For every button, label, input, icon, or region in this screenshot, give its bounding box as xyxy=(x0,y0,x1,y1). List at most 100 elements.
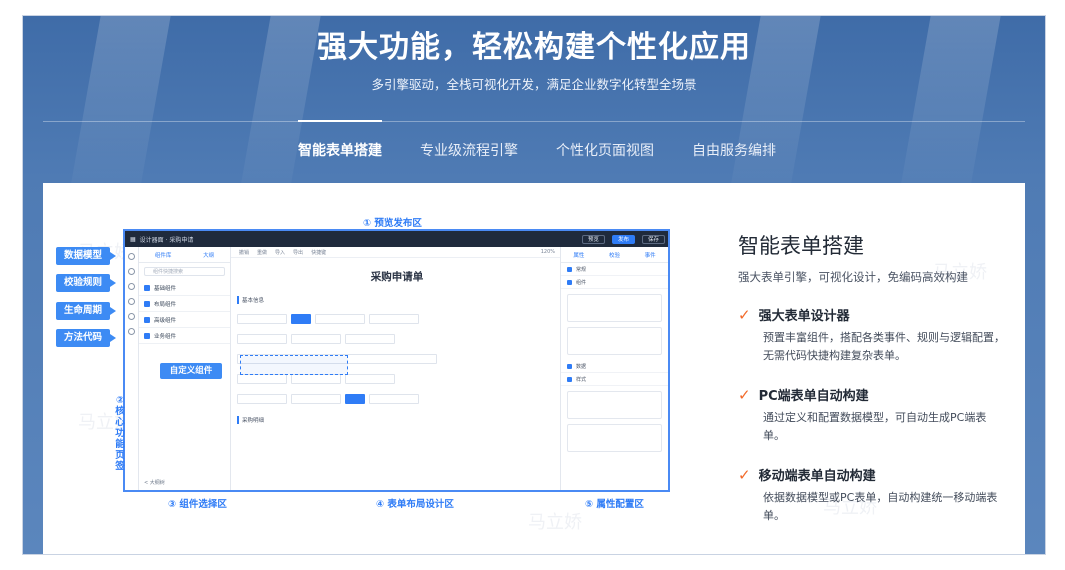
form-field[interactable] xyxy=(369,394,419,404)
form-section: 基本信息 xyxy=(237,296,557,304)
description-lead: 强大表单引擎，可视化设计，免编码高效构建 xyxy=(738,270,968,284)
tag-method-code: 方法代码 xyxy=(56,329,116,347)
zone-label-preview: ① 预览发布区 xyxy=(363,218,422,229)
feature-heading: PC端表单自动构建 xyxy=(758,389,869,404)
form-field[interactable] xyxy=(369,314,419,324)
form-field[interactable] xyxy=(291,334,341,344)
form-field[interactable] xyxy=(291,374,341,384)
picker-button[interactable] xyxy=(345,394,365,404)
component-group[interactable]: 高级组件 xyxy=(139,312,230,328)
zone-label-properties: ⑤ 属性配置区 xyxy=(585,499,644,510)
feature-text: 依据数据模型或PC表单，自动构建统一移动端表单。 xyxy=(763,491,998,522)
form-field[interactable] xyxy=(345,334,395,344)
tab-smart-form[interactable]: 智能表单搭建 xyxy=(298,120,382,160)
canvas-toolbar: 撤销 重做 导入 导出 快捷键 120% xyxy=(231,247,563,258)
component-icon[interactable] xyxy=(128,313,135,320)
tab-workflow-engine[interactable]: 专业级流程引擎 xyxy=(420,140,518,160)
form-field[interactable] xyxy=(291,394,341,404)
import-button[interactable]: 导入 xyxy=(275,249,285,256)
property-group[interactable]: 常规 xyxy=(561,263,668,276)
feature-text: 预置丰富组件，搭配各类事件、规则与逻辑配置，无需代码快捷构建复杂表单。 xyxy=(763,331,1005,362)
hero-subtitle: 多引擎驱动，全栈可视化开发，满足企业数字化转型全场景 xyxy=(371,77,697,92)
description-title: 智能表单搭建 xyxy=(738,234,864,258)
undo-button[interactable]: 撤销 xyxy=(239,249,249,256)
property-box[interactable] xyxy=(567,294,662,322)
designer-screenshot: ▦ 设计器面 · 采购申请 预览 发布 保存 组件库 大纲 组件快捷搜索 基础组… xyxy=(123,229,670,492)
rule-icon[interactable] xyxy=(128,268,135,275)
zoom-level[interactable]: 120% xyxy=(541,249,555,255)
component-search-input[interactable]: 组件快捷搜索 xyxy=(144,267,225,276)
property-box[interactable] xyxy=(567,424,662,452)
app-bar-title: 设计器面 · 采购申请 xyxy=(139,236,194,244)
tab-properties[interactable]: 属性 xyxy=(573,251,584,259)
property-box[interactable] xyxy=(567,391,662,419)
tab-divider xyxy=(43,121,1025,122)
export-button[interactable]: 导出 xyxy=(293,249,303,256)
form-field[interactable] xyxy=(237,374,287,384)
component-group[interactable]: 业务组件 xyxy=(139,328,230,344)
form-canvas: 撤销 重做 导入 导出 快捷键 120% 采购申请单 基本信息 采购明细 xyxy=(231,247,563,490)
page-icon[interactable] xyxy=(128,328,135,335)
shortcut-button[interactable]: 快捷键 xyxy=(311,249,326,256)
form-field[interactable] xyxy=(237,334,287,344)
publish-button[interactable]: 发布 xyxy=(611,234,635,244)
preview-button[interactable]: 预览 xyxy=(581,234,605,244)
zone-label-layout: ④ 表单布局设计区 xyxy=(376,499,454,510)
check-icon: ✓ xyxy=(738,305,751,324)
property-group[interactable]: 组件 xyxy=(561,276,668,289)
function-icon-rail xyxy=(125,247,139,490)
tab-validation[interactable]: 校验 xyxy=(609,251,620,259)
zone-label-components: ③ 组件选择区 xyxy=(168,499,227,510)
component-group[interactable]: 布局组件 xyxy=(139,296,230,312)
tab-events[interactable]: 事件 xyxy=(645,251,656,259)
property-box[interactable] xyxy=(567,327,662,355)
feature-description: 智能表单搭建 强大表单引擎，可视化设计，免编码高效构建 ✓ 强大表单设计器 预置丰… xyxy=(738,230,1008,525)
feature-heading: 强大表单设计器 xyxy=(758,309,850,324)
feature-showcase: 强大功能，轻松构建个性化应用 多引擎驱动，全栈可视化开发，满足企业数字化转型全场… xyxy=(22,15,1046,555)
form-row xyxy=(237,374,557,384)
zone-label-core-tabs: ② 核心功能页签 xyxy=(115,395,125,472)
component-group[interactable]: 基础组件 xyxy=(139,280,230,296)
designer-topbar: ▦ 设计器面 · 采购申请 预览 发布 保存 xyxy=(125,231,668,247)
lifecycle-icon[interactable] xyxy=(128,283,135,290)
tag-validation-rules: 校验规则 xyxy=(56,274,116,292)
form-field[interactable] xyxy=(345,374,395,384)
picker-button[interactable] xyxy=(291,314,311,324)
property-group[interactable]: 数据 xyxy=(561,360,668,373)
content-panel: 马立娇 马立娇 马立娇 马立娇 马立娇 ① 预览发布区 ▦ 设计器面 · 采购申… xyxy=(43,183,1025,554)
model-icon[interactable] xyxy=(128,253,135,260)
watermark: 马立娇 xyxy=(528,512,582,533)
property-group[interactable]: 样式 xyxy=(561,373,668,386)
redo-button[interactable]: 重做 xyxy=(257,249,267,256)
form-section: 采购明细 xyxy=(237,416,557,424)
check-icon: ✓ xyxy=(738,465,751,484)
tab-outline[interactable]: 大纲 xyxy=(203,251,214,259)
tag-custom-component: 自定义组件 xyxy=(160,363,222,379)
feature-item: ✓ PC端表单自动构建 通过定义和配置数据模型，可自动生成PC端表单。 xyxy=(738,385,1008,445)
feature-heading: 移动端表单自动构建 xyxy=(758,469,876,484)
save-button[interactable]: 保存 xyxy=(641,234,665,244)
tab-component-library[interactable]: 组件库 xyxy=(155,251,172,259)
form-row xyxy=(237,394,557,404)
tag-lifecycle: 生命周期 xyxy=(56,302,116,320)
check-icon: ✓ xyxy=(738,385,751,404)
code-icon[interactable] xyxy=(128,298,135,305)
tag-data-model: 数据模型 xyxy=(56,247,116,265)
hero-title: 强大功能，轻松构建个性化应用 xyxy=(317,30,751,65)
form-field[interactable] xyxy=(237,314,287,324)
feature-text: 通过定义和配置数据模型，可自动生成PC端表单。 xyxy=(763,411,987,442)
apps-icon: ▦ xyxy=(130,235,136,243)
form-field[interactable] xyxy=(315,314,365,324)
feature-item: ✓ 强大表单设计器 预置丰富组件，搭配各类事件、规则与逻辑配置，无需代码快捷构建复… xyxy=(738,305,1008,365)
property-panel: 属性 校验 事件 常规 组件 数据 样式 xyxy=(560,247,668,490)
outline-tree-link[interactable]: < 大纲树 xyxy=(144,479,165,486)
tab-service-orchestration[interactable]: 自由服务编排 xyxy=(692,140,776,160)
form-row xyxy=(237,334,557,344)
feature-item: ✓ 移动端表单自动构建 依据数据模型或PC表单，自动构建统一移动端表单。 xyxy=(738,465,1008,525)
tab-page-view[interactable]: 个性化页面视图 xyxy=(556,140,654,160)
form-field[interactable] xyxy=(237,394,287,404)
form-row xyxy=(237,314,557,324)
selected-field-highlight[interactable] xyxy=(240,355,348,375)
feature-tabs: 智能表单搭建 专业级流程引擎 个性化页面视图 自由服务编排 xyxy=(298,120,776,160)
form-title: 采购申请单 xyxy=(370,271,424,283)
